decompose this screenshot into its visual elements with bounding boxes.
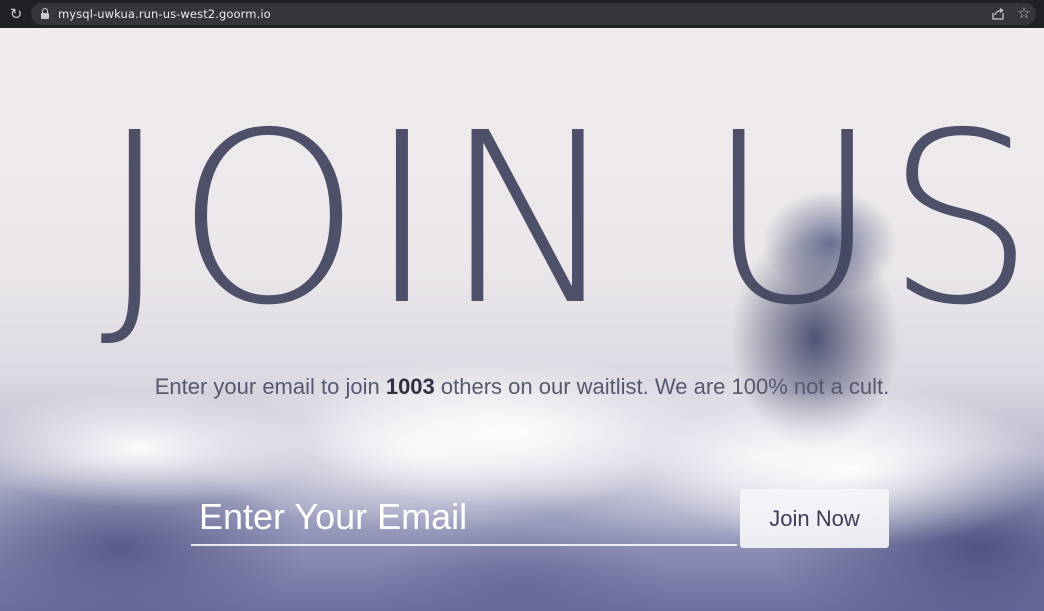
subtitle-text-end: others on our waitlist. We are 100% not … xyxy=(434,374,890,399)
reload-icon[interactable]: ↻ xyxy=(7,5,25,23)
waitlist-count: 1003 xyxy=(385,374,435,399)
url-text[interactable]: mysql-uwkua.run-us-west2.goorm.io xyxy=(58,7,271,21)
landing-page: JOIN US Enter your email to join 1003 ot… xyxy=(0,28,1044,611)
address-bar[interactable]: mysql-uwkua.run-us-west2.goorm.io ☆ xyxy=(31,3,1036,25)
subtitle-text-start: Enter your email to join xyxy=(154,374,386,399)
waitlist-subtitle: Enter your email to join 1003 others on … xyxy=(0,374,1044,400)
browser-toolbar: ↻ mysql-uwkua.run-us-west2.goorm.io ☆ xyxy=(0,0,1044,28)
lock-icon[interactable] xyxy=(41,8,49,19)
star-icon[interactable]: ☆ xyxy=(1016,4,1032,22)
email-field[interactable] xyxy=(191,490,737,546)
share-icon[interactable] xyxy=(991,7,1005,21)
join-now-button[interactable]: Join Now xyxy=(740,489,889,548)
page-title: JOIN US xyxy=(100,82,1042,357)
